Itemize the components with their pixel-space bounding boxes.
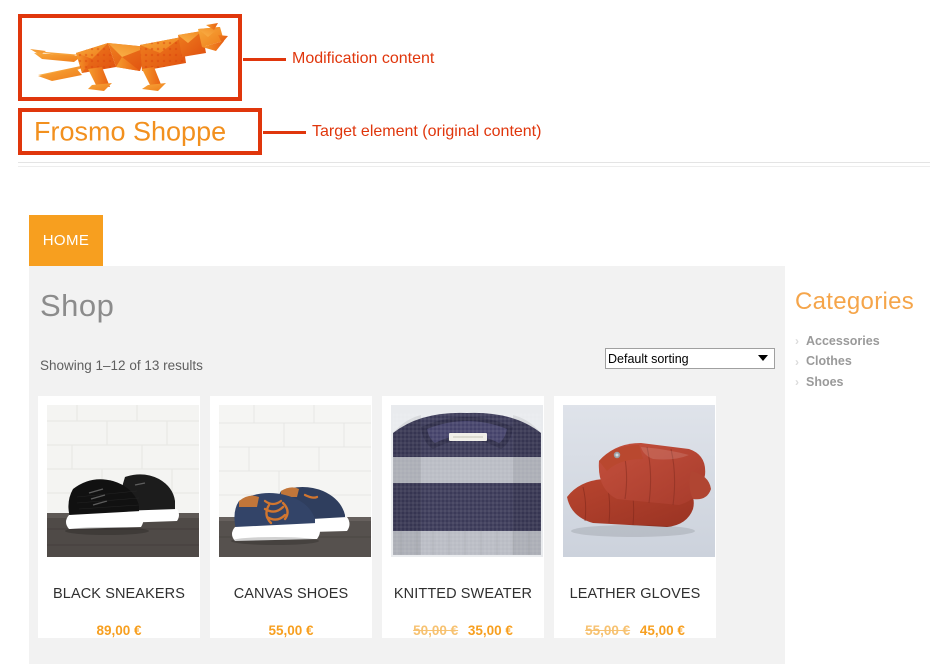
product-name: BLACK SNEAKERS [47,586,191,602]
result-count: Showing 1–12 of 13 results [40,358,203,373]
header-divider [18,162,930,163]
product-card[interactable]: CANVAS SHOES 55,00 € [210,396,372,638]
chevron-right-icon: › [795,356,799,368]
product-card[interactable]: LEATHER GLOVES 55,00 € 45,00 € [554,396,716,638]
shop-main-panel: Shop Showing 1–12 of 13 results Default … [29,266,785,664]
product-card[interactable]: BLACK SNEAKERS 89,00 € [38,396,200,638]
price-original: 55,00 € [585,623,630,638]
price-current: 55,00 € [268,623,313,638]
frosmo-cheetah-logo [22,18,238,97]
site-title: Frosmo Shoppe [34,116,226,147]
modification-content-highlight-box [18,14,242,101]
sidebar: Categories › Accessories › Clothes › Sho… [795,288,925,395]
sidebar-item-accessories[interactable]: › Accessories [795,334,925,348]
annotation-label-modification: Modification content [292,51,434,67]
price-current: 45,00 € [640,623,685,638]
sidebar-item-label: Shoes [806,375,844,389]
header-divider-secondary [18,166,930,167]
chevron-right-icon: › [795,335,799,347]
sorting-dropdown-wrapper[interactable]: Default sortingSort by popularitySort by… [605,348,775,369]
price-original: 50,00 € [413,623,458,638]
product-grid: BLACK SNEAKERS 89,00 € [38,396,776,638]
product-price: 50,00 € 35,00 € [391,623,535,638]
sidebar-title: Categories [795,288,925,316]
annotation-label-target: Target element (original content) [312,124,541,140]
canvas-shoes-photo [219,405,371,557]
product-card[interactable]: KNITTED SWEATER 50,00 € 35,00 € [382,396,544,638]
product-price: 89,00 € [47,623,191,638]
sorting-select[interactable]: Default sortingSort by popularitySort by… [605,348,775,369]
price-current: 89,00 € [96,623,141,638]
leather-gloves-photo [563,405,715,557]
sidebar-item-clothes[interactable]: › Clothes [795,354,925,368]
black-sneakers-photo [47,405,199,557]
product-price: 55,00 € 45,00 € [563,623,707,638]
page-title: Shop [40,288,114,324]
sidebar-item-label: Clothes [806,354,852,368]
knitted-sweater-photo [391,405,543,557]
sidebar-item-label: Accessories [806,334,880,348]
product-name: CANVAS SHOES [219,586,363,602]
sidebar-item-shoes[interactable]: › Shoes [795,375,925,389]
nav-item-home[interactable]: HOME [29,215,103,266]
product-price: 55,00 € [219,623,363,638]
price-current: 35,00 € [468,623,513,638]
target-element-highlight-box: Frosmo Shoppe [18,108,262,155]
chevron-right-icon: › [795,376,799,388]
leader-line-modification [243,58,286,61]
product-name: LEATHER GLOVES [563,586,707,602]
leader-line-target [263,131,306,134]
product-name: KNITTED SWEATER [391,586,535,602]
